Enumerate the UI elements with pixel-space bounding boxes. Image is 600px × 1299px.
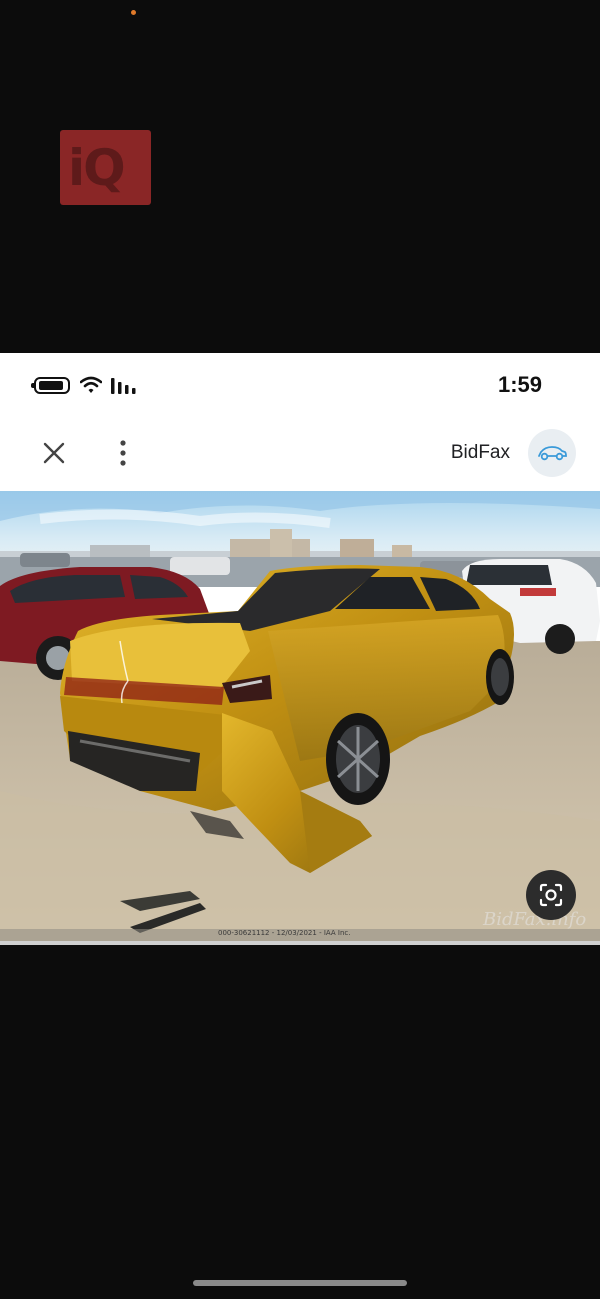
privacy-indicator-dot [131,10,136,15]
iq-logo: iQ [60,130,151,205]
source-site-name[interactable]: BidFax [451,442,510,464]
screenshot-card: 1:59 BidFax [0,353,600,945]
card-bottom-border [0,941,600,945]
home-indicator[interactable] [193,1280,407,1286]
close-button[interactable] [38,437,70,469]
car-icon [538,446,567,461]
viewer-toolbar: BidFax [0,415,600,491]
damaged-car-photo[interactable] [0,491,600,943]
wifi-icon [80,376,102,393]
lens-search-icon [539,883,563,907]
more-vert-icon [120,440,126,466]
battery-icon [31,377,70,394]
image-caption: 000-30621112 - 12/03/2021 - IAA Inc. [218,929,351,937]
more-options-button[interactable] [108,437,138,469]
status-time: 1:59 [497,372,542,397]
close-icon [43,442,65,464]
source-site-button[interactable] [528,429,576,477]
signal-icon [111,378,136,394]
iq-logo-text: iQ [68,139,126,197]
lens-search-button[interactable] [526,870,576,920]
status-bar: 1:59 [0,353,600,415]
